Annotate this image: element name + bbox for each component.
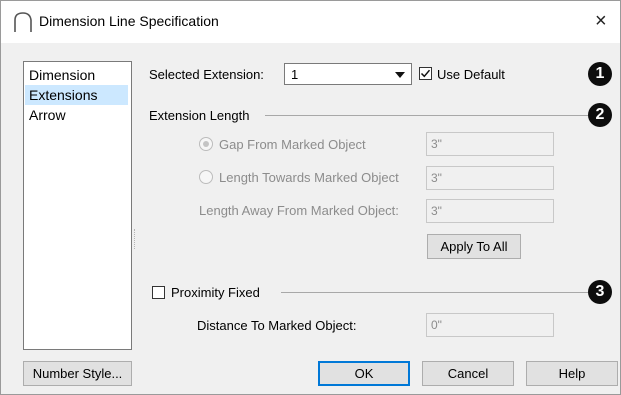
gap-input[interactable]: 3" xyxy=(426,132,554,156)
selected-extension-label: Selected Extension: xyxy=(149,67,264,82)
chevron-down-icon xyxy=(395,72,405,78)
use-default-checkbox[interactable] xyxy=(419,67,432,80)
gap-radio[interactable] xyxy=(199,137,213,151)
proximity-fixed-label: Proximity Fixed xyxy=(171,285,260,300)
callout-badge-1: 1 xyxy=(588,62,612,86)
callout-badge-3: 3 xyxy=(588,280,612,304)
distance-label: Distance To Marked Object: xyxy=(197,318,357,333)
radio-selected-dot xyxy=(203,141,209,147)
gap-label: Gap From Marked Object xyxy=(219,137,366,152)
close-icon[interactable]: × xyxy=(595,11,607,31)
length-towards-radio[interactable] xyxy=(199,170,213,184)
length-away-label: Length Away From Marked Object: xyxy=(199,203,399,218)
use-default-label: Use Default xyxy=(437,67,505,82)
sidebar-item-arrow[interactable]: Arrow xyxy=(25,105,128,125)
extension-length-group-label: Extension Length xyxy=(149,108,250,123)
sidebar-item-dimension[interactable]: Dimension xyxy=(25,65,128,85)
length-towards-input[interactable]: 3" xyxy=(426,166,554,190)
selected-extension-value: 1 xyxy=(291,67,299,82)
length-away-input[interactable]: 3" xyxy=(426,199,554,223)
distance-input[interactable]: 0" xyxy=(426,313,554,337)
proximity-divider xyxy=(281,292,588,293)
ok-button[interactable]: OK xyxy=(318,361,410,386)
proximity-fixed-checkbox[interactable] xyxy=(152,286,165,299)
category-list[interactable]: Dimension Extensions Arrow xyxy=(23,61,132,350)
sidebar-item-extensions[interactable]: Extensions xyxy=(25,85,128,105)
length-towards-label: Length Towards Marked Object xyxy=(219,170,399,185)
title-bar: Dimension Line Specification × xyxy=(1,1,620,43)
dialog-window: Dimension Line Specification × Dimension… xyxy=(0,0,621,395)
callout-badge-2: 2 xyxy=(588,103,612,127)
selected-extension-dropdown[interactable]: 1 xyxy=(284,63,412,85)
checkmark-icon xyxy=(420,69,431,78)
splitter-grip[interactable] xyxy=(134,229,137,249)
apply-to-all-button[interactable]: Apply To All xyxy=(427,234,521,259)
window-title: Dimension Line Specification xyxy=(39,13,219,29)
arch-dimension-icon xyxy=(14,12,32,32)
number-style-button[interactable]: Number Style... xyxy=(23,361,132,386)
group-divider xyxy=(265,115,588,116)
help-button[interactable]: Help xyxy=(526,361,618,386)
cancel-button[interactable]: Cancel xyxy=(422,361,514,386)
